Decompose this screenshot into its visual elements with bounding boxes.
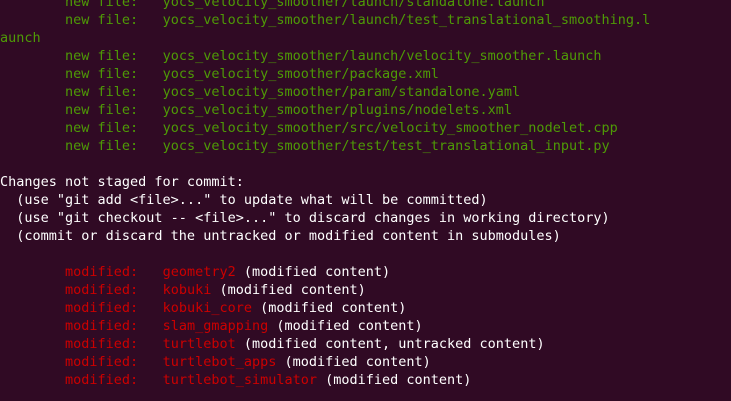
staged-file-path: yocs_velocity_smoother/src/velocity_smoo… — [162, 120, 618, 136]
modified-label: modified: — [0, 300, 163, 316]
modified-label: modified: — [0, 336, 163, 352]
staged-file-wrap-line: aunch — [0, 29, 731, 47]
modified-label: modified: — [0, 282, 163, 298]
modified-path: turtlebot_apps — [162, 354, 277, 370]
staged-file-line: new file: yocs_velocity_smoother/param/s… — [0, 83, 731, 101]
modified-file-line: modified: kobuki_core (modified content) — [0, 299, 731, 317]
modified-file-line: modified: slam_gmapping (modified conten… — [0, 317, 731, 335]
staged-file-line: new file: yocs_velocity_smoother/test/te… — [0, 137, 731, 155]
staged-file-line: new file: yocs_velocity_smoother/launch/… — [0, 0, 731, 11]
terminal-output: new file: yocs_velocity_smoother/launch/… — [0, 0, 731, 389]
staged-file-label: new file: — [0, 66, 163, 82]
modified-path: turtlebot_simulator — [162, 372, 317, 388]
staged-file-line: new file: yocs_velocity_smoother/launch/… — [0, 11, 731, 29]
staged-file-path: yocs_velocity_smoother/param/standalone.… — [162, 84, 521, 100]
modified-note: (modified content) — [268, 318, 423, 334]
terminal-window[interactable]: new file: yocs_velocity_smoother/launch/… — [0, 0, 731, 401]
modified-label: modified: — [0, 372, 163, 388]
staged-file-path: aunch — [0, 30, 41, 46]
modified-note: (modified content, untracked content) — [235, 336, 545, 352]
modified-file-line: modified: turtlebot_apps (modified conte… — [0, 353, 731, 371]
staged-file-label: new file: — [0, 102, 163, 118]
modified-path: geometry2 — [162, 264, 236, 280]
hint-line: (use "git add <file>..." to update what … — [0, 192, 488, 208]
modified-file-line: modified: kobuki (modified content) — [0, 281, 731, 299]
staged-file-label: new file: — [0, 120, 163, 136]
modified-note: (modified content) — [235, 264, 391, 280]
hint-line: (commit or discard the untracked or modi… — [0, 228, 561, 244]
modified-file-line: modified: turtlebot (modified content, u… — [0, 335, 731, 353]
modified-path: kobuki_core — [162, 300, 252, 316]
staged-file-path: yocs_velocity_smoother/test/test_transla… — [162, 138, 610, 154]
modified-note: (modified content) — [251, 300, 407, 316]
staged-file-path: yocs_velocity_smoother/launch/test_trans… — [162, 12, 651, 28]
modified-note: (modified content) — [276, 354, 431, 370]
modified-note: (modified content) — [317, 372, 472, 388]
modified-label: modified: — [0, 264, 163, 280]
hint-line: (use "git checkout -- <file>..." to disc… — [0, 210, 610, 226]
modified-file-line: modified: geometry2 (modified content) — [0, 263, 731, 281]
staged-file-line: new file: yocs_velocity_smoother/launch/… — [0, 47, 731, 65]
staged-file-label: new file: — [0, 0, 163, 10]
staged-file-path: yocs_velocity_smoother/package.xml — [162, 66, 439, 82]
modified-label: modified: — [0, 354, 163, 370]
modified-note: (modified content) — [211, 282, 366, 298]
unstaged-section-header: Changes not staged for commit: — [0, 174, 244, 190]
staged-file-path: yocs_velocity_smoother/launch/standalone… — [162, 0, 545, 10]
staged-file-label: new file: — [0, 138, 163, 154]
staged-file-label: new file: — [0, 48, 163, 64]
staged-file-line: new file: yocs_velocity_smoother/package… — [0, 65, 731, 83]
modified-path: slam_gmapping — [162, 318, 269, 334]
staged-file-label: new file: — [0, 12, 163, 28]
staged-file-path: yocs_velocity_smoother/plugins/nodelets.… — [162, 102, 513, 118]
modified-path: kobuki — [162, 282, 212, 298]
staged-file-line: new file: yocs_velocity_smoother/plugins… — [0, 101, 731, 119]
staged-file-label: new file: — [0, 84, 163, 100]
staged-file-line: new file: yocs_velocity_smoother/src/vel… — [0, 119, 731, 137]
staged-file-path: yocs_velocity_smoother/launch/velocity_s… — [162, 48, 602, 64]
modified-path: turtlebot — [162, 336, 236, 352]
modified-label: modified: — [0, 318, 163, 334]
modified-file-line: modified: turtlebot_simulator (modified … — [0, 371, 731, 389]
